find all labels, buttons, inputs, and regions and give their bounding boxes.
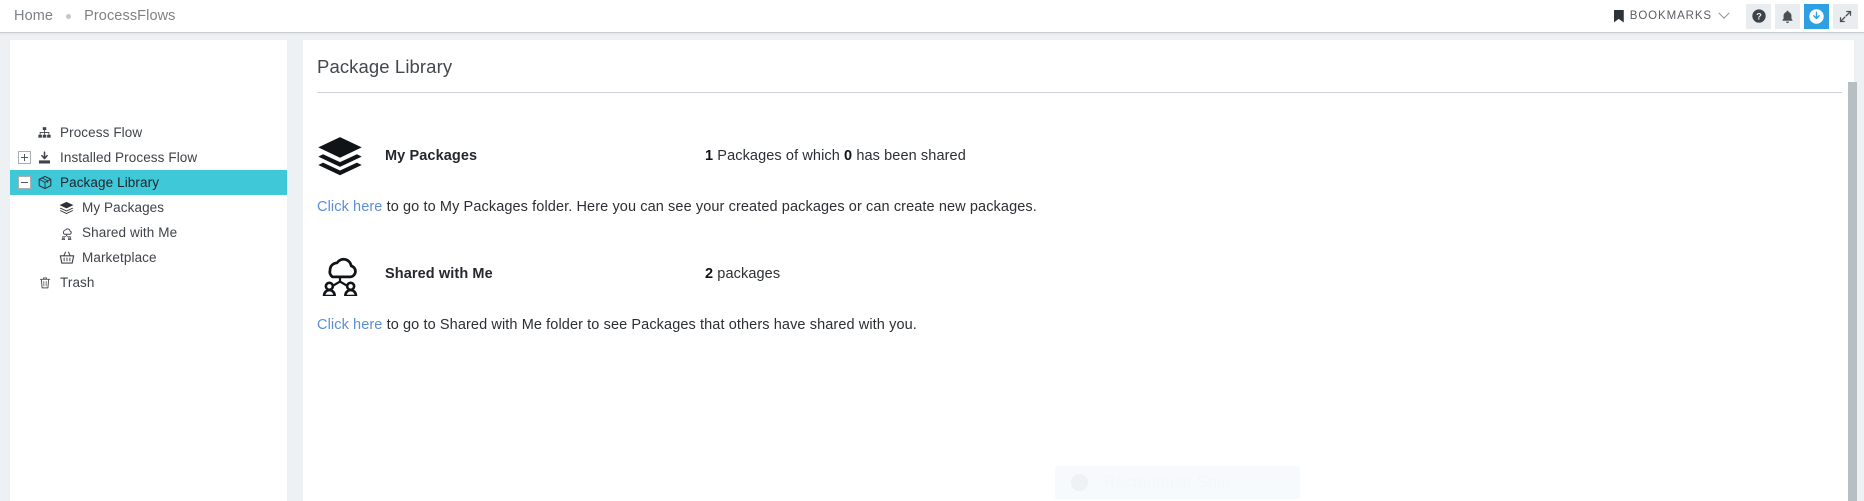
top-bar-actions: BOOKMARKS ? bbox=[1610, 0, 1864, 33]
section-stat-count-secondary: 0 bbox=[844, 148, 853, 164]
section-description: Click here to go to Shared with Me folde… bbox=[317, 305, 1854, 333]
section-shared-with-me: Shared with Me 2 packages Click here to … bbox=[303, 215, 1854, 333]
bookmarks-menu[interactable]: BOOKMARKS bbox=[1610, 7, 1732, 26]
sidebar-item-label: Process Flow bbox=[60, 125, 143, 140]
navigation-tree: Process Flow Installed Process Flow Pack… bbox=[10, 40, 287, 295]
breadcrumb: Home ProcessFlows bbox=[14, 0, 176, 33]
bell-icon bbox=[1782, 10, 1793, 23]
package-box-icon bbox=[35, 175, 54, 191]
tree-expand-toggle[interactable] bbox=[18, 151, 31, 164]
layers-stack-icon bbox=[317, 136, 385, 176]
trash-icon bbox=[35, 275, 54, 291]
section-stat-count: 2 bbox=[705, 266, 714, 282]
sidebar-item-installed-process-flow[interactable]: Installed Process Flow bbox=[10, 145, 287, 170]
shared-with-me-link[interactable]: Click here bbox=[317, 317, 382, 333]
breadcrumb-separator-icon bbox=[66, 13, 72, 19]
sidebar-panel: Process Flow Installed Process Flow Pack… bbox=[10, 40, 287, 501]
sidebar-item-label: My Packages bbox=[82, 200, 165, 215]
page-body: Process Flow Installed Process Flow Pack… bbox=[0, 33, 1864, 501]
sidebar-item-trash[interactable]: Trash bbox=[10, 270, 287, 295]
bookmarks-label: BOOKMARKS bbox=[1629, 10, 1712, 22]
chevron-down-icon bbox=[1718, 7, 1730, 19]
sidebar-item-label: Trash bbox=[60, 275, 95, 290]
tree-collapse-toggle[interactable] bbox=[18, 176, 31, 189]
sitemap-icon bbox=[35, 125, 54, 141]
sidebar-item-label: Installed Process Flow bbox=[60, 150, 198, 165]
sidebar-item-process-flow[interactable]: Process Flow bbox=[10, 120, 287, 145]
bookmark-flag-icon bbox=[1613, 9, 1624, 23]
page-title: Package Library bbox=[317, 56, 453, 77]
sidebar-item-label: Marketplace bbox=[82, 250, 157, 265]
breadcrumb-item-home[interactable]: Home bbox=[14, 0, 53, 33]
section-header-row: Shared with Me 2 packages bbox=[317, 243, 1854, 305]
layers-icon bbox=[57, 200, 76, 216]
my-packages-link[interactable]: Click here bbox=[317, 199, 382, 215]
section-stat-mid: packages bbox=[713, 266, 781, 282]
help-button[interactable]: ? bbox=[1746, 3, 1771, 29]
section-stat-count: 1 bbox=[705, 148, 714, 164]
cloud-share-icon bbox=[57, 225, 76, 241]
expand-arrows-icon bbox=[1839, 10, 1852, 22]
section-stat-tail: has been shared bbox=[852, 148, 966, 164]
main-panel: Package Library My Packages 1 Packages o… bbox=[303, 40, 1854, 501]
help-icon: ? bbox=[1751, 9, 1766, 23]
breadcrumb-item-processflows[interactable]: ProcessFlows bbox=[84, 0, 175, 33]
section-my-packages: My Packages 1 Packages of which 0 has be… bbox=[303, 93, 1854, 215]
sidebar-item-my-packages[interactable]: My Packages bbox=[10, 195, 287, 220]
section-title: My Packages bbox=[385, 148, 478, 164]
sidebar-item-label: Shared with Me bbox=[82, 225, 178, 240]
sidebar-item-label: Package Library bbox=[60, 175, 160, 190]
section-stat-mid: Packages of which bbox=[713, 148, 845, 164]
section-description-text: to go to Shared with Me folder to see Pa… bbox=[382, 317, 917, 333]
downloads-button[interactable] bbox=[1804, 3, 1829, 29]
section-title: Shared with Me bbox=[385, 266, 493, 282]
download-circle-icon bbox=[1809, 8, 1824, 24]
section-description: Click here to go to My Packages folder. … bbox=[317, 187, 1854, 215]
svg-text:?: ? bbox=[1756, 11, 1762, 21]
section-stat: 1 Packages of which 0 has been shared bbox=[705, 148, 966, 164]
fullscreen-button[interactable] bbox=[1833, 3, 1858, 29]
install-icon bbox=[35, 150, 54, 166]
scrollbar-thumb[interactable] bbox=[1848, 82, 1857, 501]
sidebar-item-marketplace[interactable]: Marketplace bbox=[10, 245, 287, 270]
notifications-button[interactable] bbox=[1775, 3, 1800, 29]
sidebar-item-shared-with-me[interactable]: Shared with Me bbox=[10, 220, 287, 245]
top-bar: Home ProcessFlows BOOKMARKS ? bbox=[0, 0, 1864, 33]
section-description-text: to go to My Packages folder. Here you ca… bbox=[382, 199, 1037, 215]
vertical-scrollbar[interactable] bbox=[1848, 40, 1857, 501]
section-stat: 2 packages bbox=[705, 266, 780, 282]
cloud-users-icon bbox=[317, 252, 385, 296]
basket-icon bbox=[57, 250, 76, 266]
sidebar-item-package-library[interactable]: Package Library bbox=[10, 170, 287, 195]
section-header-row: My Packages 1 Packages of which 0 has be… bbox=[317, 125, 1854, 187]
